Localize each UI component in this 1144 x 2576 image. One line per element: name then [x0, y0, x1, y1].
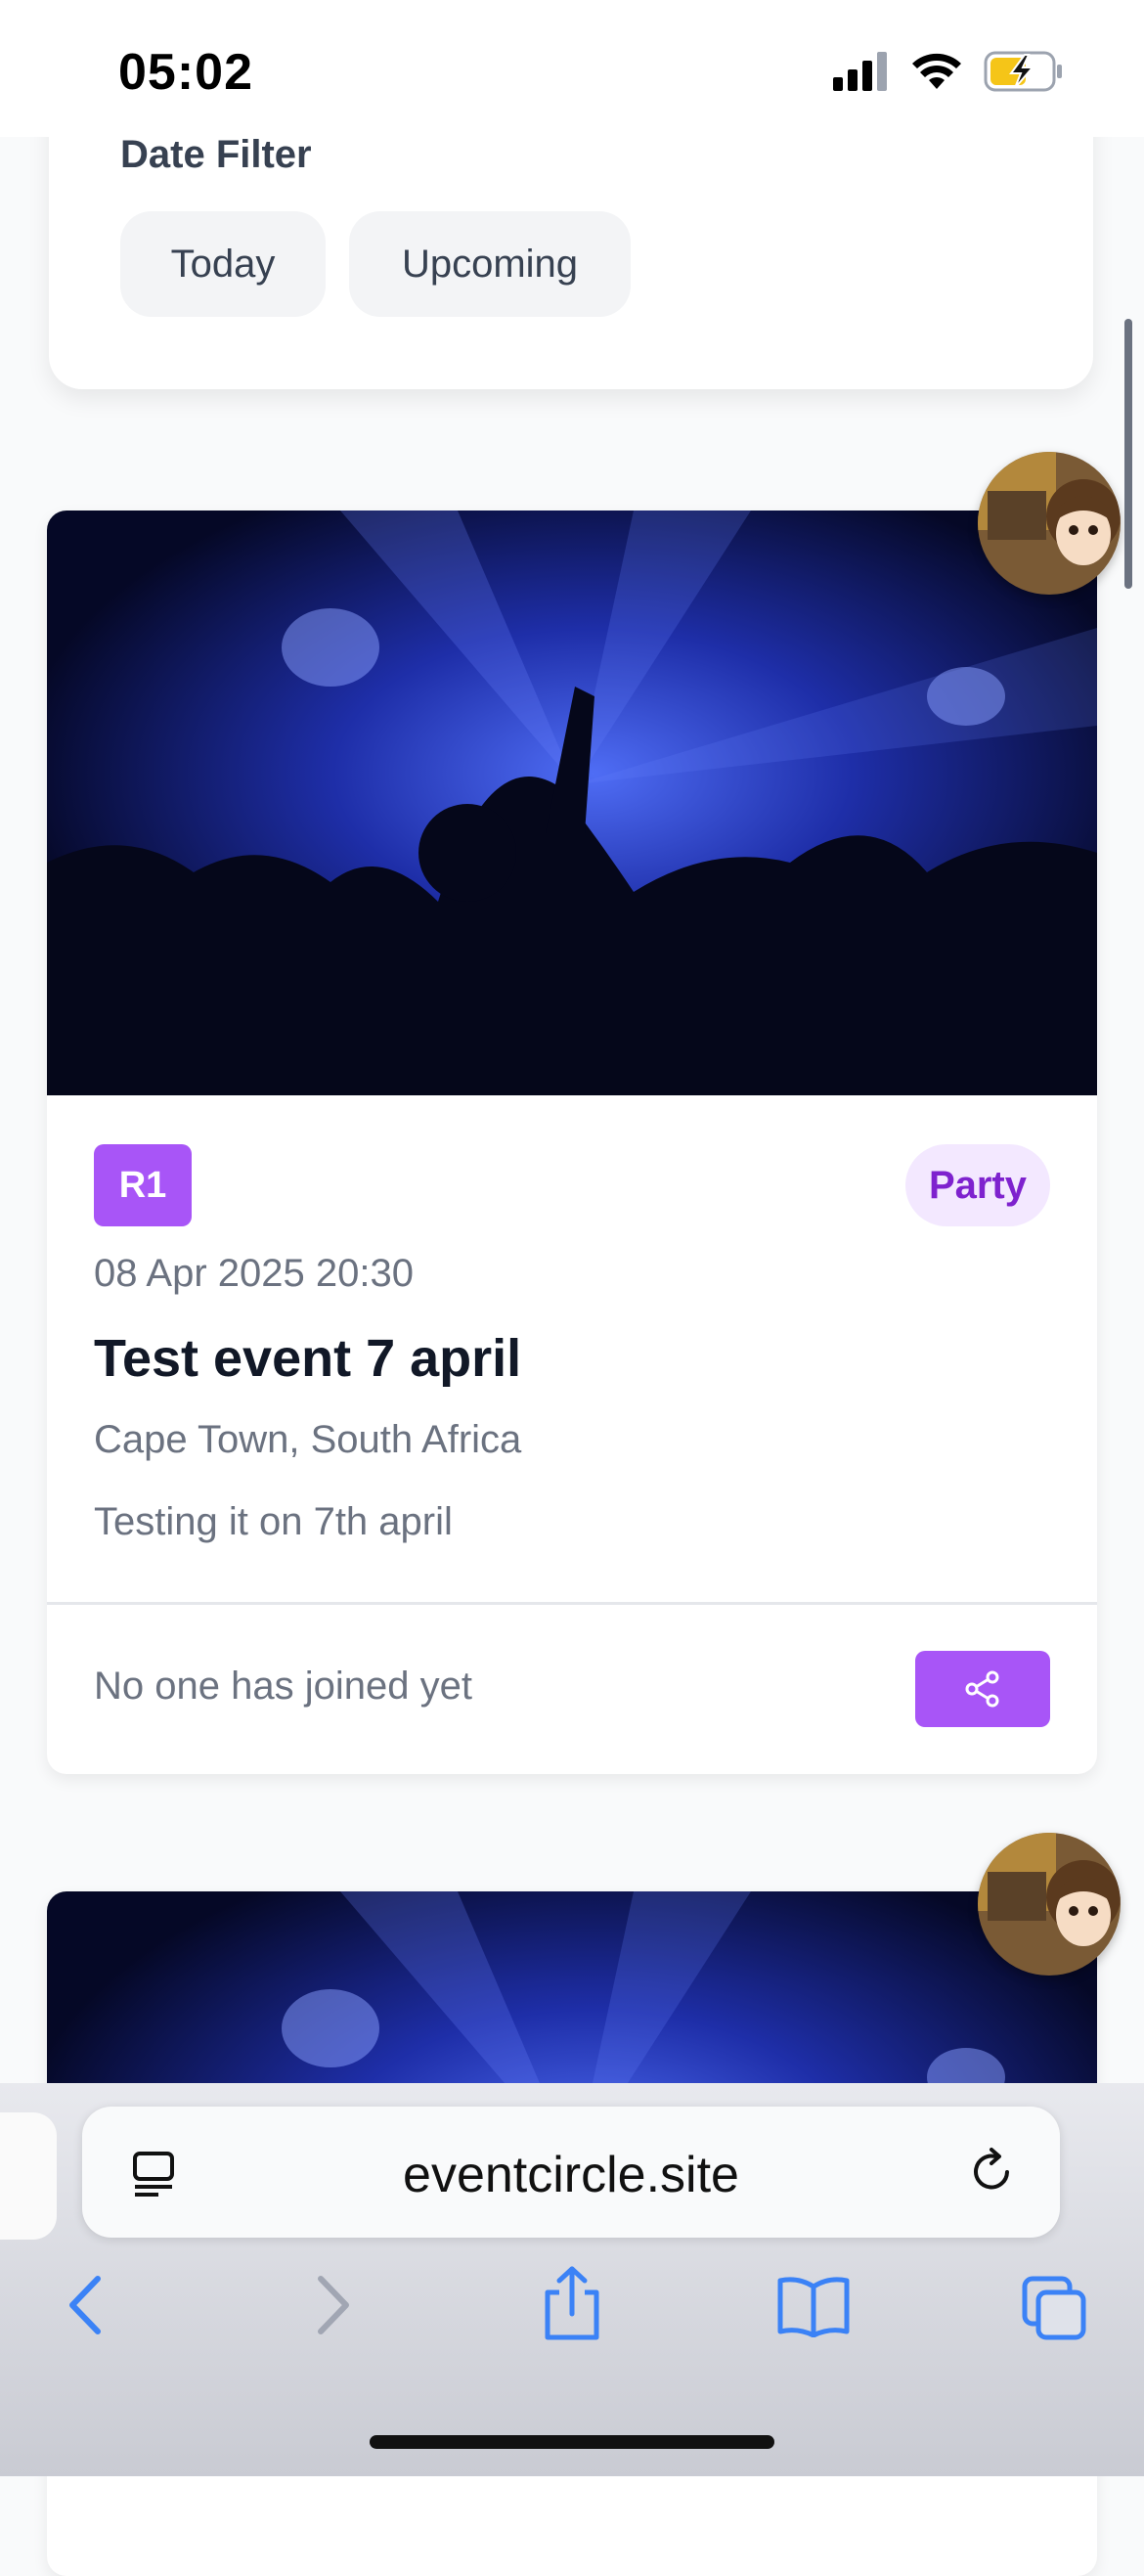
filter-chip-upcoming[interactable]: Upcoming: [349, 211, 631, 317]
wifi-icon: [912, 53, 961, 89]
category-pill: Party: [904, 1144, 1050, 1226]
bookmarks-icon[interactable]: [776, 2275, 851, 2337]
status-icons: [833, 51, 1064, 92]
event-title[interactable]: Test event 7 april: [94, 1328, 521, 1389]
status-bar: 05:02: [0, 0, 1144, 137]
card-divider: [47, 1602, 1097, 1605]
previous-tab-preview[interactable]: [0, 2112, 57, 2240]
back-icon[interactable]: [61, 2271, 110, 2339]
status-time: 05:02: [118, 44, 253, 101]
browser-toolbar: eventcircle.site: [0, 2083, 1144, 2476]
tabs-icon[interactable]: [1021, 2275, 1089, 2343]
reload-icon[interactable]: [966, 2146, 1019, 2198]
share-button[interactable]: [915, 1651, 1050, 1727]
event-date: 08 Apr 2025 20:30: [94, 1252, 414, 1295]
share-page-icon[interactable]: [540, 2265, 604, 2341]
date-filter-title: Date Filter: [120, 133, 312, 176]
avatar[interactable]: [978, 1833, 1121, 1976]
cellular-signal-icon: [833, 52, 887, 91]
scrollbar[interactable]: [1124, 319, 1132, 589]
event-image: [47, 511, 1097, 1095]
home-indicator: [370, 2435, 774, 2449]
event-card[interactable]: R1 Party 08 Apr 2025 20:30 Test event 7 …: [47, 511, 1097, 1774]
filter-chip-today[interactable]: Today: [120, 211, 326, 317]
event-description: Testing it on 7th april: [94, 1500, 453, 1543]
event-location: Cape Town, South Africa: [94, 1418, 522, 1461]
share-icon: [965, 1670, 999, 1708]
url-text: eventcircle.site: [403, 2147, 739, 2203]
joined-status: No one has joined yet: [94, 1665, 472, 1708]
event-badge: R1: [94, 1144, 192, 1226]
avatar[interactable]: [978, 452, 1121, 595]
battery-charging-icon: [984, 51, 1062, 92]
forward-icon[interactable]: [309, 2271, 358, 2339]
address-bar[interactable]: eventcircle.site: [82, 2107, 1060, 2238]
